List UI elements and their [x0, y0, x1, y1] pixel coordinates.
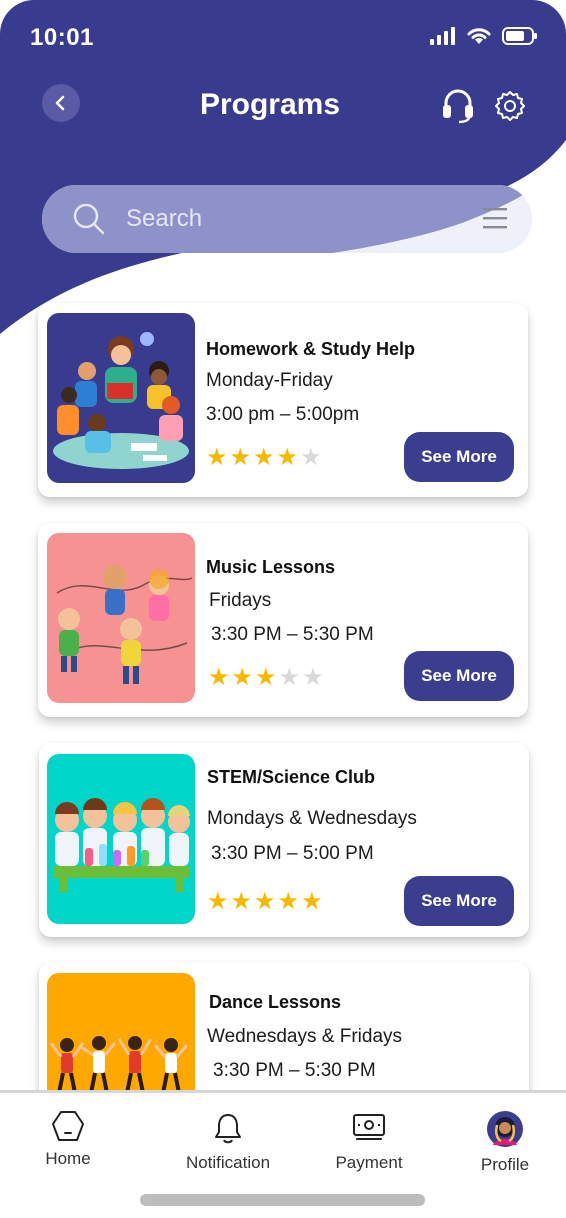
- star-filled-icon: ★: [253, 443, 275, 471]
- program-title: Dance Lessons: [209, 992, 342, 1012]
- see-more-button[interactable]: See More: [404, 651, 514, 701]
- program-time: 3:30 PM – 5:00 PM: [211, 843, 374, 864]
- menu-icon[interactable]: [482, 205, 508, 231]
- rating-stars: ★ ★ ★ ★ ★: [208, 665, 324, 689]
- headset-icon[interactable]: [441, 88, 475, 124]
- program-schedule: Monday-Friday: [206, 370, 333, 391]
- star-empty-icon: ★: [300, 443, 322, 471]
- program-card[interactable]: Music Lessons Fridays 3:30 PM – 5:30 PM …: [38, 523, 528, 717]
- program-schedule: Wednesdays & Fridays: [207, 1026, 403, 1047]
- home-indicator: [140, 1194, 425, 1206]
- program-card[interactable]: STEM/Science Club Mondays & Wednesdays 3…: [39, 743, 529, 937]
- star-filled-icon: ★: [301, 887, 323, 915]
- signal-icon: [430, 27, 455, 45]
- star-filled-icon: ★: [254, 887, 276, 915]
- program-title: Homework & Study Help: [206, 339, 416, 359]
- rating-stars: ★ ★ ★ ★ ★: [206, 445, 322, 469]
- avatar: [487, 1111, 523, 1147]
- nav-profile[interactable]: Profile: [472, 1111, 538, 1175]
- program-card[interactable]: Homework & Study Help Monday-Friday 3:00…: [38, 303, 528, 497]
- nav-home[interactable]: Home: [34, 1109, 102, 1169]
- star-filled-icon: ★: [230, 887, 253, 915]
- star-filled-icon: ★: [255, 663, 277, 691]
- star-filled-icon: ★: [206, 443, 228, 471]
- star-filled-icon: ★: [208, 663, 230, 691]
- program-title: STEM/Science Club: [207, 767, 376, 787]
- wifi-icon: [467, 28, 491, 44]
- star-filled-icon: ★: [231, 663, 254, 691]
- see-more-button[interactable]: See More: [404, 432, 514, 482]
- gear-icon[interactable]: [494, 90, 526, 122]
- rating-stars: ★ ★ ★ ★ ★: [207, 889, 323, 913]
- star-filled-icon: ★: [276, 443, 299, 471]
- star-empty-icon: ★: [278, 663, 301, 691]
- program-schedule: Mondays & Wednesdays: [207, 808, 417, 829]
- nav-payment[interactable]: Payment: [328, 1111, 410, 1173]
- program-time: 3:30 PM – 5:30 PM: [213, 1060, 376, 1081]
- phone-screen: 10:01 Programs Search Homework & Study H…: [0, 0, 566, 1218]
- program-time: 3:30 PM – 5:30 PM: [211, 624, 374, 645]
- search-input[interactable]: [126, 201, 466, 237]
- home-icon: [52, 1111, 84, 1141]
- nav-label: Profile: [480, 1155, 530, 1174]
- program-image: [47, 754, 195, 924]
- search-icon: [73, 203, 105, 235]
- program-image: [47, 313, 195, 483]
- bell-icon: [215, 1114, 241, 1144]
- program-title: Music Lessons: [206, 557, 336, 577]
- payment-icon: [353, 1114, 385, 1140]
- star-filled-icon: ★: [229, 443, 252, 471]
- nav-notification[interactable]: Notification: [178, 1111, 278, 1173]
- program-time: 3:00 pm – 5:00pm: [206, 404, 360, 425]
- battery-icon: [502, 27, 537, 45]
- star-empty-icon: ★: [302, 663, 324, 691]
- status-time: 10:01: [30, 24, 94, 51]
- star-filled-icon: ★: [207, 887, 229, 915]
- see-more-button[interactable]: See More: [404, 876, 514, 926]
- star-filled-icon: ★: [277, 887, 300, 915]
- program-image: [47, 533, 195, 703]
- search-bar[interactable]: [42, 185, 532, 253]
- nav-label: Payment: [335, 1153, 403, 1172]
- nav-label: Notification: [185, 1153, 271, 1172]
- status-icons: [430, 26, 538, 46]
- program-schedule: Fridays: [209, 590, 272, 611]
- nav-label: Home: [45, 1149, 91, 1168]
